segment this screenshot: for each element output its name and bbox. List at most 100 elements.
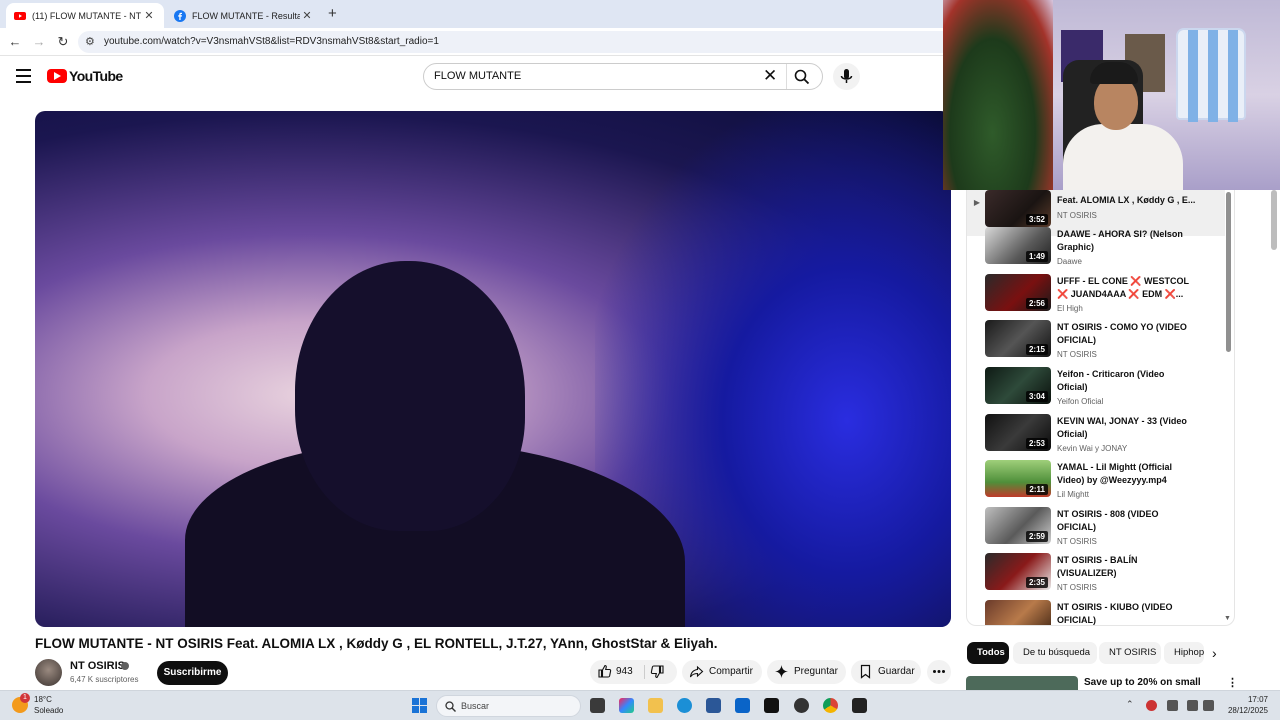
file-explorer-icon[interactable] xyxy=(648,698,663,713)
voice-search-button[interactable] xyxy=(833,63,860,90)
close-tab-icon[interactable]: ✕ xyxy=(300,9,314,22)
task-view-icon[interactable] xyxy=(590,698,605,713)
edge-icon[interactable] xyxy=(677,698,692,713)
playlist-item[interactable]: 1:49 DAAWE - AHORA SI? (Nelson Graphic) … xyxy=(967,227,1225,273)
capcut-icon[interactable] xyxy=(852,698,867,713)
video-thumbnail: 1:49 xyxy=(985,227,1051,264)
youtube-logo-icon[interactable] xyxy=(47,69,67,83)
ask-button[interactable]: Preguntar xyxy=(767,660,846,684)
tab-youtube[interactable]: (11) FLOW MUTANTE - NT OSIRIS ✕ xyxy=(6,3,164,28)
like-icon[interactable] xyxy=(597,664,612,679)
video-duration: 3:52 xyxy=(1025,214,1048,225)
video-duration: 2:11 xyxy=(1026,484,1048,495)
forward-icon[interactable]: → xyxy=(31,34,47,50)
taskbar-search[interactable]: Buscar xyxy=(436,695,581,717)
outlook-icon[interactable] xyxy=(735,698,750,713)
playlist-item-channel: Daawe xyxy=(1057,257,1082,266)
playlist-item[interactable]: 2:11 YAMAL - Lil Mightt (Official Video)… xyxy=(967,460,1225,506)
search-query: FLOW MUTANTE xyxy=(434,70,522,82)
scroll-down-icon[interactable]: ▼ xyxy=(1224,615,1231,622)
playlist-item[interactable]: 2:35 NT OSIRIS - BALÍN (VISUALIZER) NT O… xyxy=(967,553,1225,599)
video-duration: 2:53 xyxy=(1025,438,1048,449)
video-thumbnail[interactable] xyxy=(966,676,1078,690)
playlist-item[interactable]: NT OSIRIS - KIUBO (VIDEO OFICIAL) xyxy=(967,600,1225,625)
chevron-up-icon[interactable]: ⌃ xyxy=(1126,699,1134,710)
playlist-item[interactable]: 2:59 NT OSIRIS - 808 (VIDEO OFICIAL) NT … xyxy=(967,507,1225,553)
search-icon xyxy=(445,701,456,712)
chip-nt-osiris[interactable]: NT OSIRIS xyxy=(1099,642,1161,664)
playlist-item[interactable]: 2:56 UFFF - EL CONE ❌ WESTCOL ❌ JUAND4AA… xyxy=(967,274,1225,320)
video-thumbnail: 3:04 xyxy=(985,367,1051,404)
clear-search-icon[interactable]: ✕ xyxy=(763,66,777,86)
playlist-item-title: NT OSIRIS - 808 (VIDEO OFICIAL) xyxy=(1057,509,1159,532)
video-duration: 3:04 xyxy=(1025,391,1048,402)
like-count[interactable]: 943 xyxy=(616,660,633,684)
store-icon[interactable] xyxy=(706,698,721,713)
chip-from-search[interactable]: De tu búsqueda xyxy=(1013,642,1097,664)
reload-icon[interactable]: ↻ xyxy=(55,34,71,50)
close-tab-icon[interactable]: ✕ xyxy=(142,9,156,22)
taskbar-clock[interactable]: 17:07 28/12/2025 xyxy=(1224,694,1268,716)
channel-name[interactable]: NT OSIRIS xyxy=(70,660,125,672)
playlist-item-title: UFFF - EL CONE ❌ WESTCOL ❌ JUAND4AAA ❌ E… xyxy=(1057,276,1189,299)
address-bar[interactable]: ⚙ youtube.com/watch?v=V3nsmahVSt8&list=R… xyxy=(78,31,958,53)
playlist-scrollbar[interactable] xyxy=(1226,192,1231,352)
search-input[interactable]: FLOW MUTANTE ✕ xyxy=(423,63,823,90)
dislike-icon[interactable] xyxy=(650,664,665,679)
tab-title: (11) FLOW MUTANTE - NT OSIRIS xyxy=(32,10,142,21)
playlist-item-channel: NT OSIRIS xyxy=(1057,583,1097,592)
antivirus-icon[interactable] xyxy=(1146,700,1157,711)
playlist-item[interactable]: 2:53 KEVIN WAI, JONAY - 33 (Video Oficia… xyxy=(967,414,1225,460)
tiktok-icon[interactable] xyxy=(764,698,779,713)
verified-icon xyxy=(121,662,129,670)
youtube-icon xyxy=(14,11,26,20)
copilot-icon[interactable] xyxy=(619,698,634,713)
notification-badge: 1 xyxy=(20,693,30,703)
playlist-item-channel: Yeifon Oficial xyxy=(1057,397,1104,406)
recommendation-title[interactable]: Save up to 20% on small xyxy=(1084,677,1201,688)
streamer-shirt xyxy=(1063,124,1183,190)
windows-start-icon[interactable] xyxy=(412,698,427,713)
chevron-right-icon[interactable]: › xyxy=(1212,645,1217,661)
video-title: FLOW MUTANTE - NT OSIRIS Feat. ALOMIA LX… xyxy=(35,636,718,651)
subscribe-button[interactable]: Suscribirme xyxy=(157,661,228,685)
playlist-item-channel: Lil Mightt xyxy=(1057,490,1090,499)
video-duration: 2:15 xyxy=(1025,344,1048,355)
playlist-item-title: DAAWE - AHORA SI? (Nelson Graphic) xyxy=(1057,229,1183,252)
page-scrollbar[interactable] xyxy=(1271,190,1277,250)
more-actions-button[interactable] xyxy=(927,660,951,684)
volume-icon[interactable] xyxy=(1203,700,1214,711)
share-icon xyxy=(689,665,704,678)
save-label: Guardar xyxy=(878,666,915,677)
site-info-icon[interactable]: ⚙ xyxy=(85,35,95,48)
network-icon[interactable] xyxy=(1187,700,1198,711)
weather-description[interactable]: Soleado xyxy=(34,706,63,715)
microphone-icon[interactable] xyxy=(1167,700,1178,711)
search-icon[interactable] xyxy=(794,69,810,85)
playlist-item[interactable]: 3:04 Yeifon - Criticaron (Video Oficial)… xyxy=(967,367,1225,413)
more-vertical-icon[interactable]: ⋮ xyxy=(1227,676,1238,689)
microphone-icon xyxy=(840,69,853,83)
chip-all[interactable]: Todos xyxy=(967,642,1009,664)
streamer-cap xyxy=(1090,62,1138,84)
channel-avatar[interactable] xyxy=(35,659,62,686)
video-duration: 1:49 xyxy=(1025,251,1048,262)
temperature[interactable]: 18°C xyxy=(34,695,52,704)
playlist-item-channel: NT OSIRIS xyxy=(1057,537,1097,546)
playlist-item-title: KEVIN WAI, JONAY - 33 (Video Oficial) xyxy=(1057,416,1187,439)
chrome-icon[interactable] xyxy=(823,698,838,713)
christmas-tree xyxy=(943,0,1053,190)
like-dislike-group: 943 xyxy=(590,660,677,684)
chip-hiphop[interactable]: Hiphop xyxy=(1164,642,1204,664)
app-icon[interactable] xyxy=(794,698,809,713)
menu-icon[interactable] xyxy=(16,69,31,83)
share-button[interactable]: Compartir xyxy=(682,660,762,684)
playlist-item[interactable]: 2:15 NT OSIRIS - COMO YO (VIDEO OFICIAL)… xyxy=(967,320,1225,366)
youtube-logo-text[interactable]: YouTube xyxy=(69,68,123,84)
tab-facebook[interactable]: FLOW MUTANTE - Resultados de ✕ xyxy=(166,3,322,28)
share-label: Compartir xyxy=(709,666,753,677)
video-player[interactable] xyxy=(35,111,951,627)
save-button[interactable]: Guardar xyxy=(851,660,921,684)
new-tab-button[interactable]: + xyxy=(328,5,337,22)
back-icon[interactable]: ← xyxy=(7,34,23,50)
